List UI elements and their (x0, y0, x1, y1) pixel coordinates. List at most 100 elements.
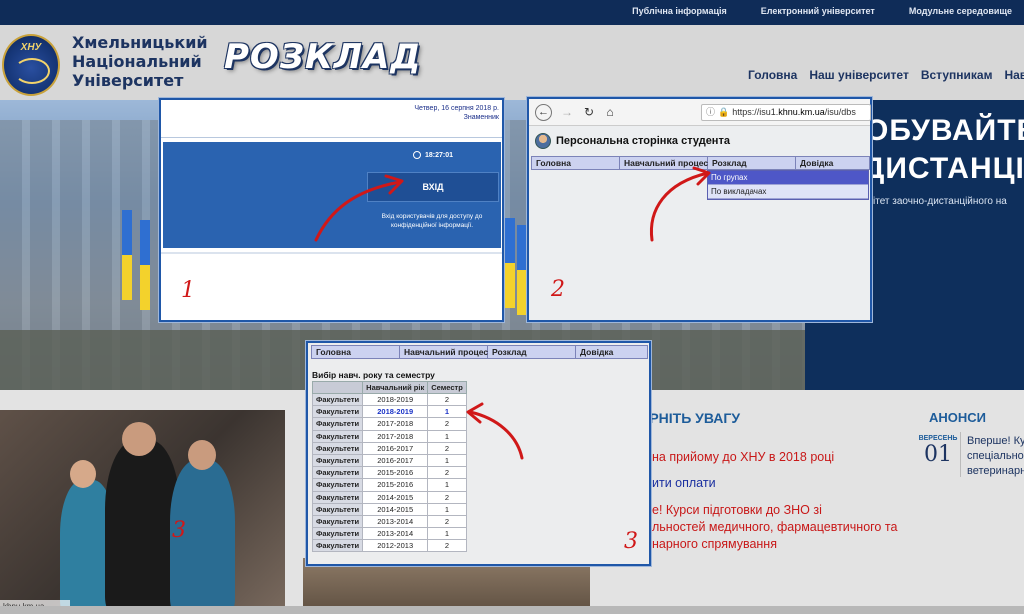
faculty-link[interactable]: Факультети (311, 490, 364, 504)
clock-icon (413, 151, 421, 159)
menu-home[interactable]: Головна (532, 157, 620, 169)
hero-heading-line2: ДИСТАНЦІЙНО (863, 152, 1024, 185)
arrow-icon (466, 402, 524, 460)
news-link-courses-3[interactable]: нарного спрямування (652, 536, 897, 553)
faculty-link[interactable]: Факультети (311, 539, 364, 553)
date-week-type: Знаменник (463, 114, 499, 121)
forward-arrow-icon[interactable]: → (559, 104, 575, 120)
address-bar[interactable]: ⓘ 🔒 https://isu1.khnu.km.ua/isu/dbs (701, 104, 871, 121)
announcement-text-line2: спеціально (967, 450, 1024, 462)
academic-year-cell: 2013-2014 (362, 527, 429, 541)
faculty-link[interactable]: Факультети (311, 392, 364, 407)
faculty-link[interactable]: Факультети (311, 514, 364, 529)
faculty-link[interactable]: Факультети (311, 429, 364, 443)
news-section-title: ЕРНІТЬ УВАГУ (640, 410, 741, 426)
arrow-icon (314, 174, 404, 242)
semester-link[interactable]: 2 (427, 466, 467, 480)
person-head (122, 422, 156, 456)
faculty-link[interactable]: Факультети (311, 527, 364, 541)
table-row[interactable]: Факультети 2015-2016 1 (311, 478, 467, 492)
semester-link[interactable]: 2 (427, 441, 467, 455)
step-number-1: 1 (181, 278, 195, 303)
footer-strip (0, 606, 1024, 614)
semester-link[interactable]: 1 (427, 478, 467, 492)
news-link-courses-1[interactable]: е! Курси підготовки до ЗНО зі (652, 502, 897, 519)
nav-study[interactable]: Навч (1004, 68, 1024, 82)
university-logo[interactable]: ХНУ (2, 34, 60, 96)
table-row[interactable]: Факультети 2016-2017 2 (311, 441, 467, 455)
clock-time: 18:27:01 (425, 151, 454, 159)
menu-home[interactable]: Головна (312, 346, 400, 358)
semester-link[interactable]: 2 (427, 539, 467, 553)
top-link-e-university[interactable]: Електронний університет (761, 6, 875, 16)
news-link-courses-2[interactable]: льностей медичного, фармацевтичного та (652, 519, 897, 536)
flag-icon (505, 218, 515, 308)
faculty-link[interactable]: Факультети (311, 453, 364, 468)
semester-link[interactable]: 1 (427, 453, 467, 468)
step-number-2: 2 (551, 277, 565, 302)
flag-icon (140, 220, 150, 310)
info-icon[interactable]: ⓘ (706, 107, 715, 117)
nav-home[interactable]: Головна (748, 68, 797, 82)
table-row[interactable]: Факультети 2018-2019 1 (311, 405, 467, 419)
step-number-photo: 3 (172, 518, 186, 543)
flag-icon (122, 210, 132, 300)
news-link-admission[interactable]: на прийому до ХНУ в 2018 році (652, 450, 897, 464)
flag-icon (517, 225, 527, 315)
faculty-link[interactable]: Факультети (311, 466, 364, 480)
nav-our-university[interactable]: Наш університет (809, 68, 908, 82)
table-row[interactable]: Факультети 2013-2014 2 (311, 514, 467, 529)
university-name-line2: Національний (72, 52, 202, 71)
semester-link[interactable]: 1 (427, 527, 467, 541)
reload-icon[interactable]: ↻ (581, 104, 597, 120)
university-name-line1: Хмельницький (72, 33, 208, 52)
menu-help[interactable]: Довідка (576, 346, 647, 358)
dropdown-by-teachers[interactable]: По викладачах (708, 185, 868, 199)
nav-applicants[interactable]: Вступникам (921, 68, 993, 82)
person-figure (105, 440, 180, 614)
table-row[interactable]: Факультети 2018-2019 2 (311, 392, 467, 407)
faculty-link[interactable]: Факультети (311, 405, 364, 419)
back-arrow-icon[interactable]: ← (535, 104, 552, 121)
university-name[interactable]: Хмельницький Національний Університет (72, 33, 208, 90)
faculty-link[interactable]: Факультети (311, 417, 364, 431)
table-row[interactable]: Факультети 2016-2017 1 (311, 453, 467, 468)
table-row[interactable]: Факультети 2017-2018 2 (311, 417, 467, 431)
faculty-link[interactable]: Факультети (311, 502, 364, 516)
lock-icon: 🔒 (718, 107, 730, 117)
semester-link[interactable]: 1 (427, 405, 467, 419)
schedule-menu-bar: Головна Навчальний процес Розклад Довідк… (311, 345, 648, 359)
faculty-link[interactable]: Факультети (311, 441, 364, 455)
dropdown-by-groups[interactable]: По групах (708, 171, 868, 185)
top-links: Публічна інформація Електронний універси… (632, 6, 1012, 16)
table-row[interactable]: Факультети 2013-2014 1 (311, 527, 467, 541)
student-avatar-icon (535, 133, 551, 149)
top-link-modular-env[interactable]: Модульне середовище (909, 6, 1012, 16)
semester-link[interactable]: 1 (427, 502, 467, 516)
table-row[interactable]: Факультети 2017-2018 1 (311, 429, 467, 443)
student-page-title: Персональна сторінка студента (556, 135, 730, 147)
table-body: Факультети 2018-2019 2 Факультети 2018-2019 1… (311, 392, 467, 553)
menu-help[interactable]: Довідка (796, 157, 869, 169)
semester-link[interactable]: 2 (427, 490, 467, 504)
top-link-public-info[interactable]: Публічна інформація (632, 6, 727, 16)
table-row[interactable]: Факультети 2014-2015 1 (311, 502, 467, 516)
table-row[interactable]: Факультети 2014-2015 2 (311, 490, 467, 504)
news-photo[interactable]: khnu.km.ua (0, 410, 285, 614)
announcement-text[interactable]: Вперше! Кур спеціально ветеринарн (967, 434, 1024, 479)
menu-study-process[interactable]: Навчальний процес (400, 346, 488, 358)
table-row[interactable]: Факультети 2012-2013 2 (311, 539, 467, 553)
semester-link[interactable]: 2 (427, 417, 467, 431)
menu-schedule[interactable]: Розклад (488, 346, 576, 358)
date-line1: Четвер, 16 серпня 2018 р. (414, 105, 499, 112)
semester-link[interactable]: 2 (427, 514, 467, 529)
step-number-3: 3 (624, 529, 638, 554)
faculty-link[interactable]: Факультети (311, 478, 364, 492)
menu-schedule[interactable]: Розклад (708, 157, 796, 169)
home-icon[interactable]: ⌂ (602, 104, 618, 120)
semester-link[interactable]: 1 (427, 429, 467, 443)
table-row[interactable]: Факультети 2015-2016 2 (311, 466, 467, 480)
semester-link[interactable]: 2 (427, 392, 467, 407)
column-header: Семестр (427, 381, 467, 394)
news-link-payment[interactable]: ити оплати (652, 476, 897, 490)
